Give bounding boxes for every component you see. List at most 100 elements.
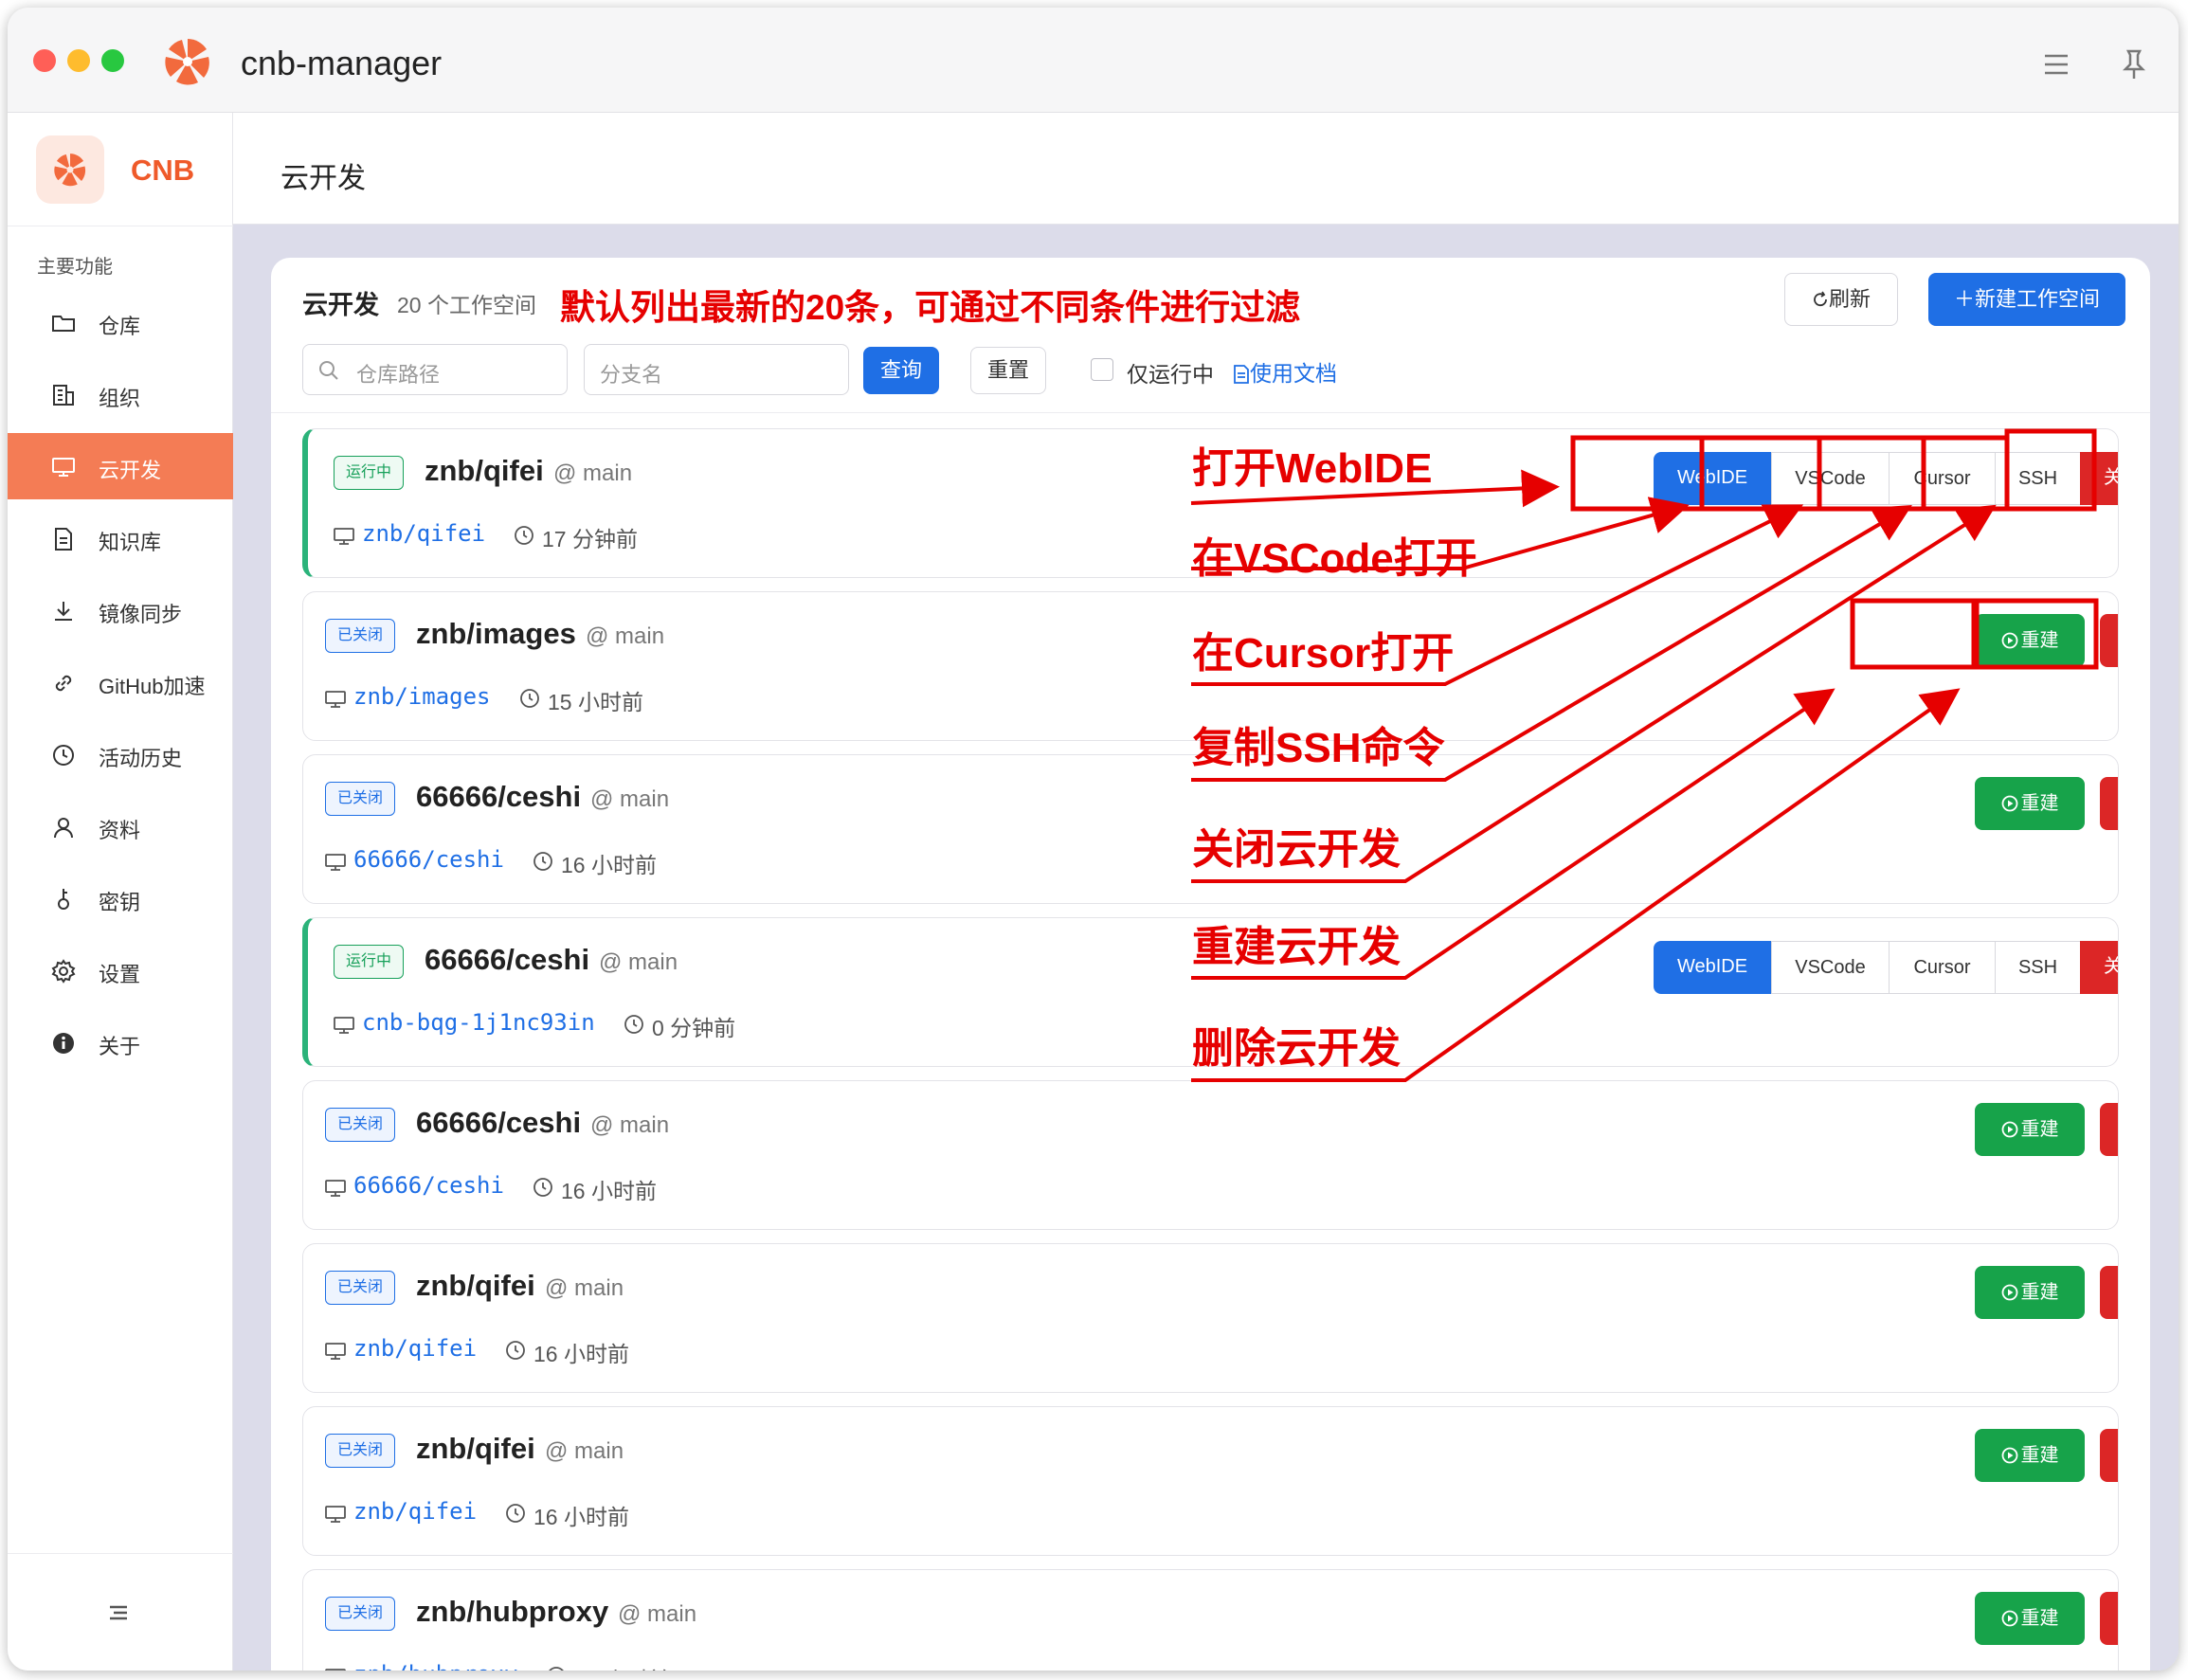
window-close-button[interactable] — [33, 49, 56, 72]
workspace-name[interactable]: 66666/ceshi — [416, 780, 581, 814]
monitor-icon — [325, 1504, 346, 1525]
gear-icon — [51, 959, 76, 984]
annotation-copy-ssh: 复制SSH命令 — [1192, 725, 1445, 771]
folder-icon — [52, 316, 75, 332]
play-circle-icon — [2001, 1121, 2017, 1138]
open-webide-button[interactable]: WebIDE — [1654, 941, 1771, 994]
workspace-path-link[interactable]: cnb-bqg-1j1nc93in — [362, 1009, 595, 1036]
delete-button[interactable]: 删除 — [2100, 614, 2118, 667]
sidebar-item-orgs[interactable]: 组织 — [8, 361, 233, 427]
panel-toolbar: 云开发 20 个工作空间 默认列出最新的20条，可通过不同条件进行过滤 刷新 ＋… — [271, 258, 2150, 413]
workspace-time: 16 小时前 — [533, 1342, 629, 1366]
sidebar-item-github-accel[interactable]: GitHub加速 — [8, 649, 233, 715]
delete-button[interactable]: 删除 — [2100, 777, 2118, 830]
workspace-name[interactable]: 66666/ceshi — [425, 943, 589, 977]
workspace-path-link[interactable]: znb/qifei — [353, 1335, 477, 1362]
rebuild-button[interactable]: 重建 — [1975, 614, 2085, 667]
play-circle-icon — [2001, 1447, 2017, 1464]
collapse-sidebar-icon[interactable] — [106, 1600, 131, 1625]
workspace-card: 已关闭 znb/qifei @ main znb/qifei 16 小时前 重建删除 — [302, 1243, 2119, 1393]
open-cursor-button[interactable]: Cursor — [1889, 452, 1995, 505]
copy-ssh-button[interactable]: SSH — [1995, 452, 2080, 505]
workspace-name[interactable]: znb/hubproxy — [416, 1595, 608, 1629]
menu-icon[interactable] — [2037, 45, 2075, 83]
sidebar-item-label: 组织 — [99, 387, 141, 410]
delete-button[interactable]: 删除 — [2100, 1103, 2118, 1156]
workspace-branch: @ main — [553, 461, 633, 486]
sidebar-item-label: 镜像同步 — [99, 603, 183, 626]
branch-name-input[interactable]: 分支名 — [584, 344, 849, 395]
sidebar-item-label: 云开发 — [99, 459, 162, 482]
close-workspace-button[interactable]: 关闭 — [2080, 941, 2118, 994]
window-minimize-button[interactable] — [67, 49, 90, 72]
window-maximize-button[interactable] — [101, 49, 124, 72]
workspace-name[interactable]: znb/qifei — [425, 454, 544, 488]
sidebar-item-keys[interactable]: 密钥 — [8, 865, 233, 931]
sidebar-item-cloud-dev[interactable]: 云开发 — [8, 433, 233, 499]
open-webide-button[interactable]: WebIDE — [1654, 452, 1771, 505]
sidebar-item-mirror-sync[interactable]: 镜像同步 — [8, 577, 233, 643]
clock-icon — [624, 1014, 644, 1035]
sidebar-item-knowledge[interactable]: 知识库 — [8, 505, 233, 571]
status-badge: 运行中 — [334, 945, 405, 979]
rebuild-button[interactable]: 重建 — [1975, 1592, 2085, 1645]
title-bar: cnb-manager — [8, 8, 2179, 113]
annotation-open-webide: 打开WebIDE — [1192, 445, 1433, 492]
sidebar-item-label: 设置 — [99, 963, 141, 986]
sidebar-item-settings[interactable]: 设置 — [8, 937, 233, 1003]
sidebar-item-label: 资料 — [99, 819, 141, 842]
workspace-path-link[interactable]: 66666/ceshi — [353, 846, 504, 873]
workspace-path-link[interactable]: znb/images — [353, 683, 491, 710]
running-only-checkbox[interactable] — [1091, 358, 1113, 381]
sidebar-item-about[interactable]: 关于 — [8, 1009, 233, 1075]
reset-button[interactable]: 重置 — [970, 347, 1046, 394]
workspace-time: 16 小时前 — [533, 1505, 629, 1529]
delete-button[interactable]: 删除 — [2100, 1266, 2118, 1319]
sidebar-item-repos[interactable]: 仓库 — [8, 289, 233, 355]
workspace-name[interactable]: znb/qifei — [416, 1432, 535, 1466]
workspace-path-link[interactable]: znb/hubproxy — [353, 1661, 517, 1671]
sidebar-item-profile[interactable]: 资料 — [8, 793, 233, 859]
workspace-name[interactable]: znb/qifei — [416, 1269, 535, 1303]
new-workspace-button[interactable]: ＋新建工作空间 — [1928, 273, 2125, 326]
search-icon — [319, 361, 338, 380]
workspace-path-link[interactable]: 66666/ceshi — [353, 1172, 504, 1199]
rebuild-button[interactable]: 重建 — [1975, 777, 2085, 830]
monitor-icon — [325, 852, 346, 873]
pin-icon[interactable] — [2115, 45, 2153, 83]
sidebar-item-activity[interactable]: 活动历史 — [8, 721, 233, 787]
refresh-button[interactable]: 刷新 — [1784, 273, 1898, 326]
rebuild-button[interactable]: 重建 — [1975, 1103, 2085, 1156]
annotation-default-list-note: 默认列出最新的20条，可通过不同条件进行过滤 — [560, 288, 1301, 327]
rebuild-button[interactable]: 重建 — [1975, 1429, 2085, 1482]
brand-logo-icon — [54, 154, 86, 187]
monitor-icon — [325, 689, 346, 710]
workspace-path-link[interactable]: znb/qifei — [362, 520, 485, 547]
annotation-rebuild-dev: 重建云开发 — [1192, 924, 1401, 970]
copy-ssh-button[interactable]: SSH — [1995, 941, 2080, 994]
docs-link[interactable]: 使用文档 — [1233, 355, 1337, 388]
workspace-branch: @ main — [599, 949, 678, 975]
sidebar-brand: CNB — [8, 113, 233, 226]
workspace-name[interactable]: 66666/ceshi — [416, 1106, 581, 1140]
delete-button[interactable]: 删除 — [2100, 1429, 2118, 1482]
play-circle-icon — [2001, 1284, 2017, 1301]
open-cursor-button[interactable]: Cursor — [1889, 941, 1995, 994]
rebuild-button[interactable]: 重建 — [1975, 1266, 2085, 1319]
brand-logo — [36, 135, 104, 204]
open-vscode-button[interactable]: VSCode — [1771, 941, 1889, 994]
page-header: 云开发 — [233, 113, 2179, 225]
workspace-branch: @ main — [618, 1601, 697, 1627]
query-button[interactable]: 查询 — [863, 347, 939, 394]
repo-path-input[interactable]: 仓库路径 — [302, 344, 568, 395]
delete-button[interactable]: 删除 — [2100, 1592, 2118, 1645]
sidebar-section-label: 主要功能 — [37, 257, 113, 278]
app-window: cnb-manager CNB 主要功能 仓库 组织 云开发 知识库 镜像同步 … — [8, 8, 2179, 1671]
workspace-branch: @ main — [545, 1438, 624, 1464]
clock-icon — [519, 688, 540, 709]
workspace-path-link[interactable]: znb/qifei — [353, 1498, 477, 1525]
workspace-name[interactable]: znb/images — [416, 617, 576, 651]
clock-icon — [546, 1666, 567, 1671]
close-workspace-button[interactable]: 关闭 — [2080, 452, 2118, 505]
open-vscode-button[interactable]: VSCode — [1771, 452, 1889, 505]
